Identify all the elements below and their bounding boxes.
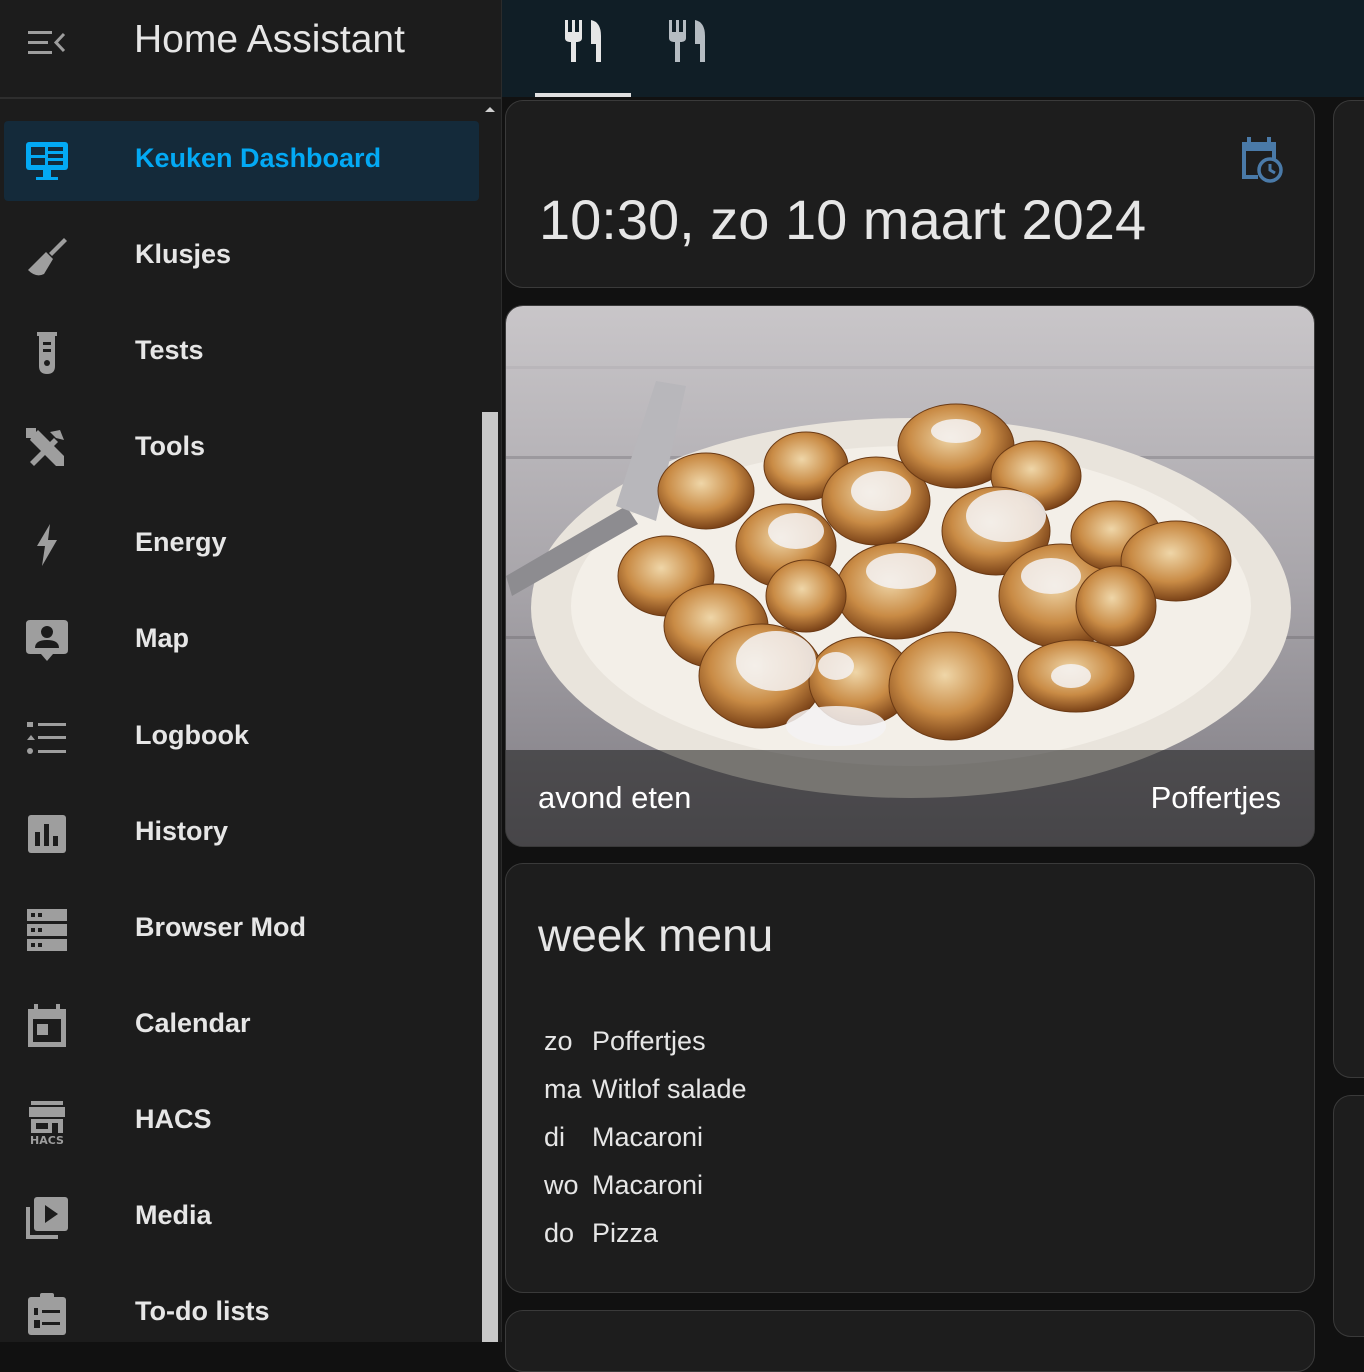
tab-view-1[interactable]	[535, 0, 631, 97]
clipboard-list-icon	[28, 1293, 66, 1335]
sidebar-item-browser-mod[interactable]: Browser Mod	[4, 890, 479, 970]
menu-dish: Macaroni	[592, 1122, 704, 1152]
sidebar-item-logbook[interactable]: Logbook	[4, 698, 479, 778]
menu-day: zo	[544, 1026, 573, 1056]
sidebar-item-hacs[interactable]: HACS HACS	[4, 1082, 479, 1162]
sidebar-item-label: Keuken Dashboard	[135, 143, 382, 173]
broom-icon	[28, 238, 67, 276]
sidebar-scrollbar-thumb[interactable]	[482, 412, 498, 1342]
server-icon	[27, 909, 67, 951]
sidebar-item-label: Tests	[135, 335, 204, 365]
clock-text: 10:30, zo 10 maart 2024	[539, 188, 1147, 251]
sidebar-item-tests[interactable]: Tests	[4, 313, 479, 393]
sidebar-item-media[interactable]: Media	[4, 1178, 479, 1258]
scroll-up-arrow-icon[interactable]	[483, 104, 497, 114]
menu-day: ma	[544, 1074, 582, 1104]
next-card-partial	[505, 1310, 1315, 1372]
menu-day: do	[544, 1218, 575, 1248]
menu-toggle-button[interactable]	[22, 22, 72, 64]
picture-caption-right: Poffertjes	[1150, 780, 1281, 815]
sidebar-item-label: Media	[135, 1200, 212, 1230]
clock-card: 10:30, zo 10 maart 2024	[505, 100, 1315, 288]
sidebar-header: Home Assistant	[0, 0, 501, 99]
sidebar-item-calendar[interactable]: Calendar	[4, 986, 479, 1066]
sidebar-item-label: HACS	[135, 1104, 212, 1134]
menu-dish: Poffertjes	[592, 1026, 706, 1056]
tab-view-2[interactable]	[639, 0, 735, 97]
format-list-icon	[27, 722, 66, 754]
right-column-card-partial-2	[1333, 1095, 1364, 1337]
sidebar-item-label: Browser Mod	[135, 912, 307, 942]
tools-icon	[26, 428, 64, 466]
calendar-icon	[28, 1004, 66, 1047]
lightning-icon	[37, 524, 57, 566]
sidebar-item-history[interactable]: History	[4, 794, 479, 874]
map-account-icon	[26, 620, 68, 661]
sidebar-item-keuken-dashboard[interactable]: Keuken Dashboard	[4, 121, 479, 201]
sidebar-item-label: Klusjes	[135, 239, 232, 269]
play-box-multiple-icon	[26, 1197, 68, 1239]
menu-dish: Pizza	[592, 1218, 659, 1248]
sidebar-item-label: Tools	[135, 431, 205, 461]
menu-day: wo	[544, 1170, 579, 1200]
week-menu-card: week menu zo Poffertjes ma Witlof salade…	[505, 863, 1315, 1293]
hacs-store-icon: HACS	[29, 1101, 65, 1145]
sidebar-item-label: History	[135, 816, 229, 846]
svg-text:HACS: HACS	[30, 1134, 64, 1145]
menu-open-icon	[28, 31, 66, 54]
right-column-card-partial	[1333, 100, 1364, 1078]
test-tube-icon	[37, 332, 57, 374]
app-title: Home Assistant	[134, 18, 405, 61]
sidebar-item-energy[interactable]: Energy	[4, 505, 479, 585]
menu-dish: Witlof salade	[592, 1074, 747, 1104]
picture-card[interactable]: avond eten Poffertjes	[505, 305, 1315, 847]
calendar-clock-icon[interactable]	[1240, 137, 1284, 183]
menu-dish: Macaroni	[592, 1170, 704, 1200]
view-tabs-bar	[502, 0, 1364, 97]
sidebar-item-map[interactable]: Map	[4, 601, 479, 681]
active-tab-indicator	[535, 93, 631, 97]
monitor-dashboard-icon	[26, 142, 68, 180]
silverware-icon	[565, 20, 601, 62]
sidebar-item-klusjes[interactable]: Klusjes	[4, 217, 479, 297]
week-menu-title: week menu	[538, 909, 774, 961]
silverware-icon	[669, 20, 705, 62]
chart-box-icon	[28, 815, 66, 853]
sidebar-item-label: Calendar	[135, 1008, 251, 1038]
sidebar-item-to-do-lists[interactable]: To-do lists	[4, 1274, 479, 1342]
sidebar-item-label: Logbook	[135, 720, 249, 750]
menu-day: di	[544, 1122, 566, 1152]
picture-caption-left: avond eten	[538, 780, 692, 815]
sidebar-item-label: Energy	[135, 527, 227, 557]
sidebar-item-label: To-do lists	[135, 1296, 270, 1326]
sidebar-item-label: Map	[135, 623, 189, 653]
sidebar: Home Assistant Keuken Dashboard Klusjes	[0, 0, 502, 1342]
sidebar-item-tools[interactable]: Tools	[4, 409, 479, 489]
